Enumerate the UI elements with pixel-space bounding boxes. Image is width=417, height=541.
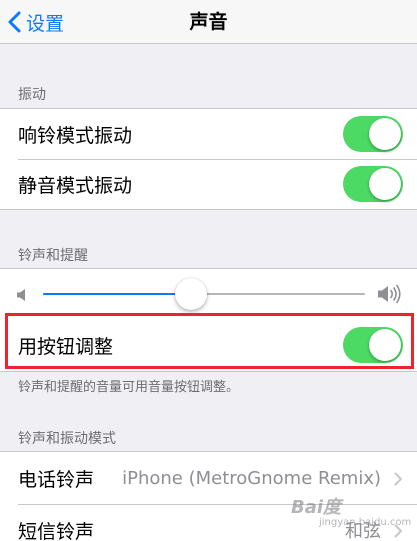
text-tone-value: 和弦 xyxy=(345,521,381,541)
navigation-bar: 设置 声音 xyxy=(0,0,417,44)
switch-knob xyxy=(369,168,401,200)
speaker-high-icon xyxy=(377,284,403,308)
volume-slider-fill xyxy=(43,293,192,295)
text-tone-label: 短信铃声 xyxy=(18,520,95,541)
section-header-vibrate: 振动 xyxy=(18,87,46,103)
section-header-ringer: 铃声和提醒 xyxy=(18,248,88,264)
sound-settings-screen: 设置 声音 振动 响铃模式振动 静音模式振动 铃声和提醒 用按钮调整 铃声和提醒… xyxy=(0,0,417,541)
text-tone-row[interactable]: 短信铃声 和弦 xyxy=(0,504,417,541)
ringer-footer-note: 铃声和提醒的音量可用音量按钮调整。 xyxy=(18,380,240,395)
sounds-group: 电话铃声 iPhone (MetroGnome Remix) 短信铃声 和弦 xyxy=(0,451,417,541)
ring-vibrate-switch[interactable] xyxy=(343,116,403,152)
chevron-right-icon xyxy=(394,523,403,541)
switch-knob xyxy=(369,118,401,150)
volume-slider-row xyxy=(0,269,417,319)
chevron-left-icon xyxy=(8,11,21,33)
volume-slider-thumb[interactable] xyxy=(175,278,208,310)
vibrate-group: 响铃模式振动 静音模式振动 xyxy=(0,108,417,210)
ringtone-value: iPhone (MetroGnome Remix) xyxy=(122,467,381,489)
ringtone-row[interactable]: 电话铃声 iPhone (MetroGnome Remix) xyxy=(0,452,417,504)
change-with-buttons-label: 用按钮调整 xyxy=(18,335,114,358)
switch-knob xyxy=(369,329,401,361)
silent-vibrate-row: 静音模式振动 xyxy=(0,159,417,209)
chevron-right-icon xyxy=(394,471,403,490)
ring-vibrate-label: 响铃模式振动 xyxy=(18,124,133,147)
change-with-buttons-switch[interactable] xyxy=(343,327,403,363)
section-header-sounds: 铃声和振动模式 xyxy=(18,431,116,447)
ringer-group: 用按钮调整 xyxy=(0,268,417,372)
volume-slider[interactable] xyxy=(43,278,365,310)
ring-vibrate-row: 响铃模式振动 xyxy=(0,109,417,159)
back-button[interactable]: 设置 xyxy=(8,0,64,44)
ringtone-label: 电话铃声 xyxy=(18,468,95,491)
speaker-low-icon xyxy=(16,287,28,306)
silent-vibrate-switch[interactable] xyxy=(343,166,403,202)
back-button-label: 设置 xyxy=(26,12,65,35)
silent-vibrate-label: 静音模式振动 xyxy=(18,174,133,197)
change-with-buttons-row: 用按钮调整 xyxy=(0,319,417,371)
